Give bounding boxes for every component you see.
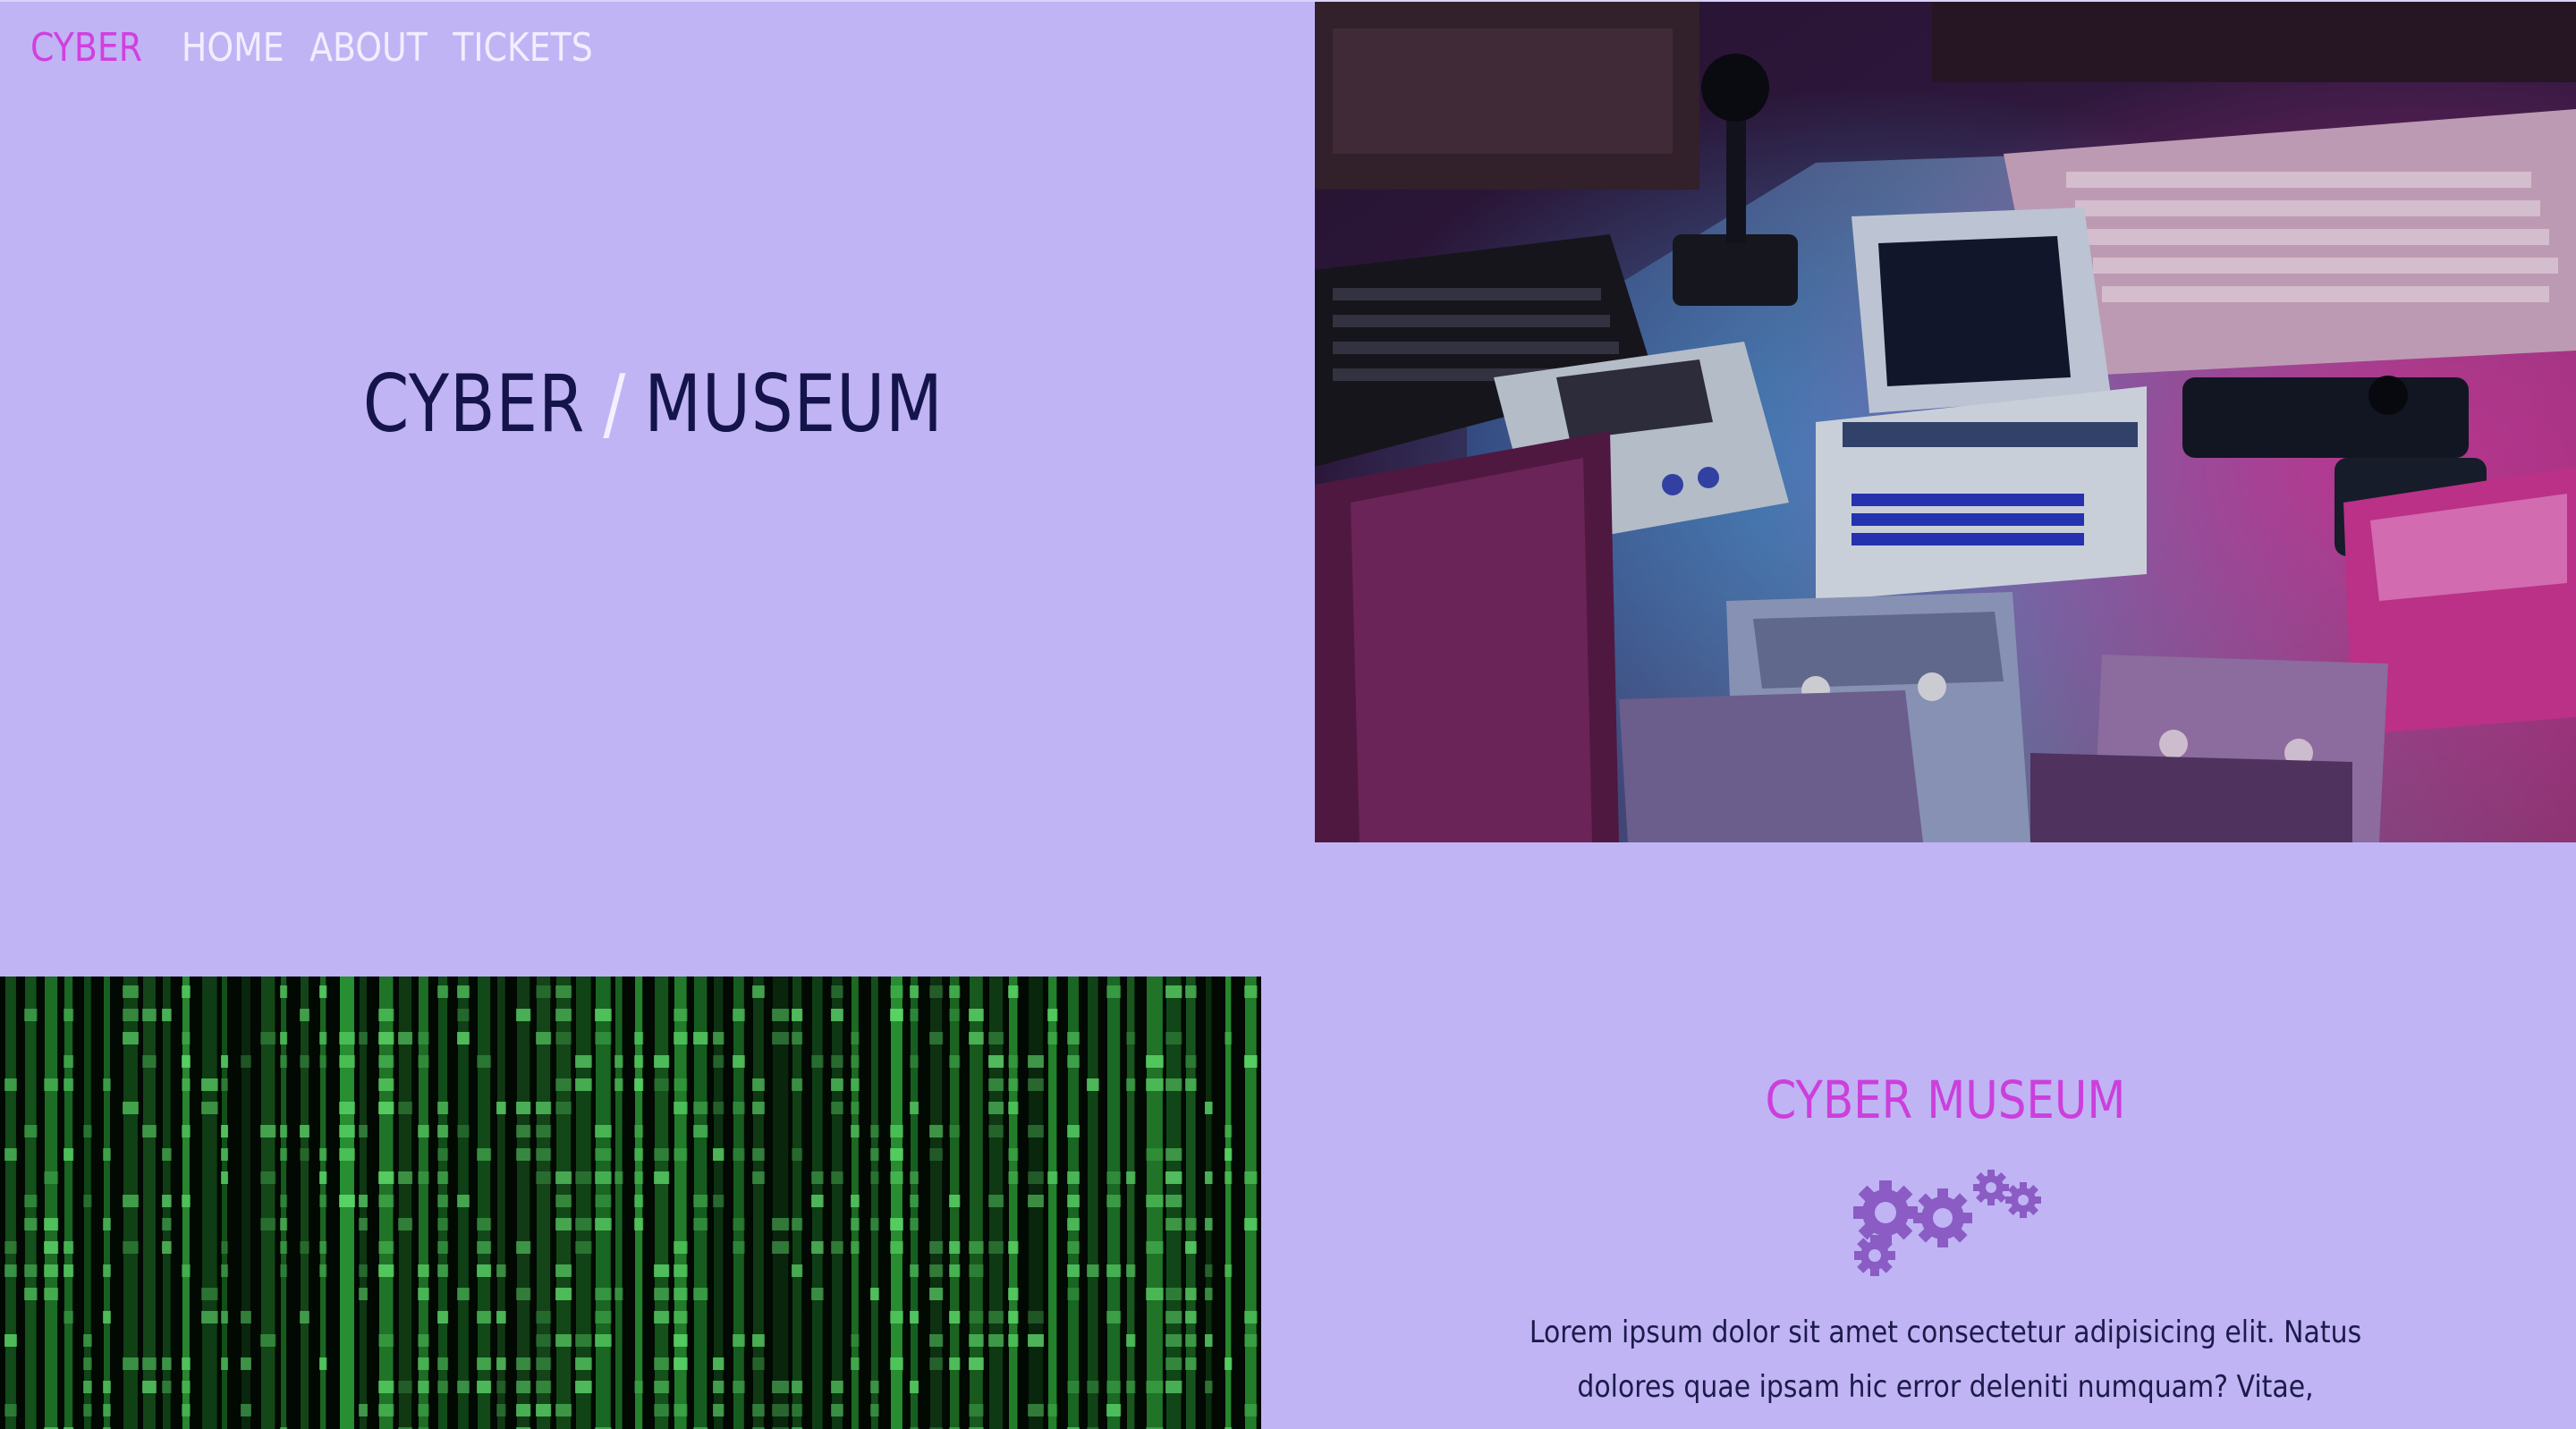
info-title: CYBER MUSEUM [1765,1070,2126,1130]
brand-logo[interactable]: CYBER [30,25,142,71]
gears-icon [1843,1168,2057,1281]
main-nav: CYBER HOME ABOUT TICKETS [30,16,593,79]
matrix-code-image [0,977,1261,1429]
nav-link-home[interactable]: HOME [182,25,284,71]
hero-title-right: MUSEUM [644,358,944,450]
retro-computers-image [1315,2,2576,842]
hero-title-left: CYBER [362,358,586,450]
hero-title: CYBER / MUSEUM [101,358,1206,450]
nav-link-tickets[interactable]: TICKETS [453,25,593,71]
hero-title-separator: / [603,358,627,450]
nav-link-about[interactable]: ABOUT [309,25,428,71]
info-text: Lorem ipsum dolor sit amet consectetur a… [1529,1315,2362,1405]
